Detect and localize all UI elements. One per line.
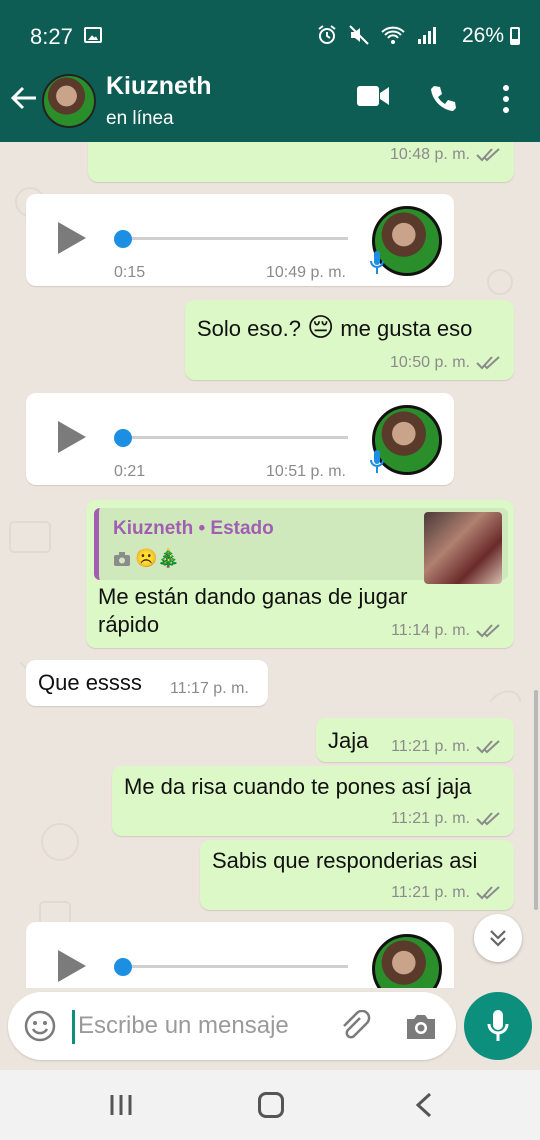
status-time: 8:27 — [30, 24, 73, 49]
wifi-icon — [381, 26, 405, 44]
message-text: Me están dando ganas de jugar — [98, 584, 408, 609]
alarm-icon — [318, 25, 336, 44]
quoted-emojis: ☹️🎄 — [135, 548, 180, 568]
scroll-to-bottom-button[interactable] — [474, 914, 522, 962]
message-composer — [8, 992, 456, 1060]
voice-duration: 0:21 — [114, 463, 146, 480]
message-text: me gusta eso — [340, 316, 473, 341]
double-check-icon — [476, 356, 500, 370]
phone-call-icon[interactable] — [428, 84, 458, 114]
quoted-status[interactable]: Kiuzneth • Estado ☹️🎄 — [94, 508, 508, 584]
audio-progress-track[interactable] — [122, 436, 348, 439]
audio-scrubber[interactable] — [114, 429, 132, 447]
double-check-icon — [476, 886, 500, 900]
back-arrow-icon[interactable] — [10, 84, 38, 112]
play-button-icon[interactable] — [58, 950, 86, 982]
audio-progress-track[interactable] — [122, 965, 348, 968]
chat-scrollbar[interactable] — [534, 690, 538, 910]
audio-progress-track[interactable] — [122, 237, 348, 240]
chat-area[interactable]: 10:48 p. m. 0:15 10:49 p. m. Solo eso.? … — [0, 142, 540, 988]
contact-status: en línea — [106, 108, 174, 129]
voice-duration: 0:15 — [114, 264, 146, 281]
message-outgoing[interactable]: 10:48 p. m. — [88, 142, 514, 182]
double-check-icon — [476, 624, 500, 638]
mic-badge-icon — [370, 450, 384, 473]
message-text: rápido — [98, 612, 160, 637]
microphone-icon — [487, 1010, 509, 1041]
battery-icon — [510, 27, 520, 45]
camera-icon[interactable] — [404, 1012, 438, 1042]
message-outgoing[interactable]: Solo eso.? 😔 me gusta eso 10:50 p. m. — [185, 300, 514, 380]
message-input[interactable] — [78, 1006, 328, 1046]
audio-scrubber[interactable] — [114, 958, 132, 976]
status-icons — [316, 24, 438, 46]
contact-name[interactable]: Kiuzneth — [106, 72, 212, 101]
image-notification-icon — [84, 27, 102, 43]
message-text: Solo eso.? — [197, 316, 301, 341]
voice-record-button[interactable] — [464, 992, 532, 1060]
quoted-sender: Kiuzneth • Estado — [113, 518, 274, 539]
camera-small-icon — [114, 551, 130, 566]
double-chevron-down-icon — [490, 930, 506, 947]
chat-header: Kiuzneth en línea — [0, 58, 540, 142]
message-text: Sabis que responderias asi — [212, 848, 478, 873]
message-outgoing[interactable]: Jaja 11:21 p. m. — [316, 718, 514, 762]
voice-message-incoming[interactable]: 0:21 10:51 p. m. — [26, 393, 454, 485]
double-check-icon — [476, 740, 500, 754]
message-outgoing[interactable]: Sabis que responderias asi 11:21 p. m. — [200, 840, 514, 910]
emoji-icon[interactable] — [24, 1010, 56, 1042]
contact-avatar[interactable] — [42, 74, 96, 128]
message-time: 11:21 p. m. — [391, 810, 470, 827]
home-icon[interactable] — [258, 1092, 284, 1118]
text-cursor — [72, 1010, 75, 1044]
nav-back-icon[interactable] — [414, 1092, 434, 1118]
message-time: 11:14 p. m. — [391, 622, 470, 639]
double-check-icon — [476, 148, 500, 162]
more-options-icon[interactable] — [500, 84, 512, 114]
message-time: 11:21 p. m. — [391, 884, 470, 901]
recent-apps-icon[interactable] — [108, 1094, 134, 1116]
mute-icon — [349, 25, 369, 45]
play-button-icon[interactable] — [58, 421, 86, 453]
pensive-face-emoji: 😔 — [307, 312, 335, 342]
voice-message-incoming[interactable] — [26, 922, 454, 988]
message-time: 10:51 p. m. — [265, 463, 346, 480]
message-text: Jaja — [328, 728, 369, 753]
status-bar: 8:27 26% — [0, 0, 540, 60]
message-outgoing[interactable]: Me da risa cuando te pones así jaja 11:2… — [112, 766, 514, 836]
mic-badge-icon — [370, 251, 384, 274]
sender-avatar — [372, 934, 442, 988]
play-button-icon[interactable] — [58, 222, 86, 254]
battery-indicator: 26% — [462, 24, 520, 48]
message-incoming[interactable]: Que essss 11:17 p. m. — [26, 660, 268, 706]
message-text: Que essss — [38, 670, 142, 695]
battery-percent: 26% — [461, 24, 504, 47]
message-time: 10:48 p. m. — [389, 146, 470, 163]
signal-icon — [418, 27, 436, 44]
voice-message-incoming[interactable]: 0:15 10:49 p. m. — [26, 194, 454, 286]
attach-icon[interactable] — [338, 1010, 372, 1044]
system-nav-bar — [0, 1070, 540, 1140]
message-text: Me da risa cuando te pones así jaja — [124, 774, 472, 799]
status-thumbnail — [424, 512, 502, 584]
message-outgoing-reply[interactable]: Kiuzneth • Estado ☹️🎄 Me están dando gan… — [86, 500, 514, 648]
message-time: 11:21 p. m. — [391, 738, 470, 755]
audio-scrubber[interactable] — [114, 230, 132, 248]
video-call-icon[interactable] — [356, 84, 390, 108]
double-check-icon — [476, 812, 500, 826]
message-time: 10:50 p. m. — [389, 354, 470, 371]
message-time: 11:17 p. m. — [170, 680, 249, 697]
message-time: 10:49 p. m. — [265, 264, 346, 281]
